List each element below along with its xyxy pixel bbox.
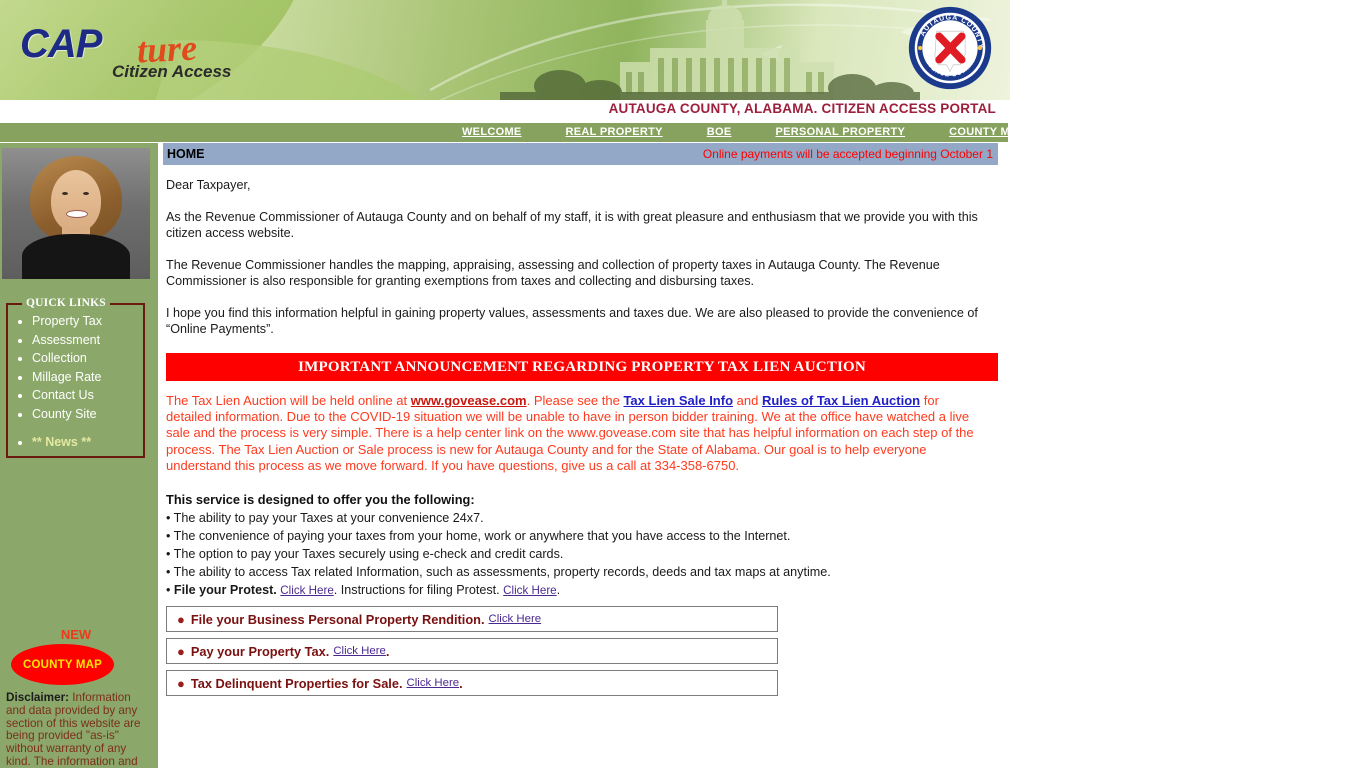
- main-navigation: WELCOME REAL PROPERTY BOE PERSONAL PROPE…: [0, 123, 1144, 142]
- portrait-eye-right: [83, 192, 89, 195]
- letter-paragraph-2: The Revenue Commissioner handles the map…: [166, 258, 940, 288]
- rules-of-tax-lien-auction-link[interactable]: Rules of Tax Lien Auction: [762, 393, 920, 408]
- action-box-tax-delinquent-properties[interactable]: ● Tax Delinquent Properties for Sale. Cl…: [166, 670, 778, 697]
- portal-title: AUTAUGA COUNTY, ALABAMA. CITIZEN ACCESS …: [608, 101, 996, 116]
- nav-item-delinquent[interactable]: DELINQUENT: [1048, 123, 1167, 142]
- sidebar-item-millage-rate[interactable]: Millage Rate: [32, 370, 101, 384]
- page-title: HOME: [167, 147, 205, 161]
- sidebar-item-contact-us[interactable]: Contact Us: [32, 388, 94, 402]
- nav-item-county-map[interactable]: COUNTY MAP: [927, 123, 1048, 142]
- protest-instructions-link[interactable]: Click Here: [503, 584, 556, 597]
- quick-links-legend: QUICK LINKS: [22, 297, 110, 309]
- nav-item-boe[interactable]: BOE: [685, 123, 754, 142]
- bullet-dot-icon: ●: [177, 643, 185, 659]
- bullet-dot-icon: ●: [177, 611, 185, 627]
- protest-label: File your Protest.: [173, 583, 277, 598]
- county-map-button[interactable]: COUNTY MAP: [13, 646, 112, 683]
- nav-item-welcome[interactable]: WELCOME: [440, 123, 544, 142]
- disclaimer-text: Disclaimer: Information and data provide…: [6, 691, 150, 768]
- protest-end-text: .: [556, 583, 561, 598]
- protest-list-item: • File your Protest. Click Here. Instruc…: [166, 581, 998, 600]
- list-item[interactable]: County Site: [32, 406, 143, 423]
- list-item: • The ability to pay your Taxes at your …: [166, 511, 484, 526]
- list-item[interactable]: Contact Us: [32, 387, 143, 404]
- sidebar-item-news[interactable]: ** News **: [32, 435, 91, 449]
- portrait-image: [2, 148, 150, 279]
- sidebar-item-property-tax[interactable]: Property Tax: [32, 314, 102, 328]
- list-item[interactable]: Millage Rate: [32, 369, 143, 386]
- nav-item-personal-property[interactable]: PERSONAL PROPERTY: [754, 123, 928, 142]
- page-title-bar: HOME Online payments will be accepted be…: [163, 143, 998, 165]
- list-item: • The option to pay your Taxes securely …: [166, 547, 564, 562]
- protest-middle-text: . Instructions for filing Protest.: [333, 583, 504, 598]
- portrait-mouth: [66, 210, 88, 218]
- letter-salutation: Dear Taxpayer,: [166, 178, 251, 192]
- new-badge-label: NEW: [60, 627, 92, 642]
- list-item: • The convenience of paying your taxes f…: [166, 529, 791, 544]
- service-heading: This service is designed to offer you th…: [166, 492, 475, 508]
- header-banner: CAP ture Citizen Access AUTAUGA COUNTY R…: [0, 0, 1010, 100]
- action-box-business-rendition[interactable]: ● File your Business Personal Property R…: [166, 606, 778, 633]
- sidebar-item-assessment[interactable]: Assessment: [32, 333, 100, 347]
- page-root: CAP ture Citizen Access AUTAUGA COUNTY R…: [0, 0, 1366, 768]
- disclaimer-label: Disclaimer:: [6, 691, 70, 704]
- action-box-label: Pay your Property Tax.: [190, 643, 330, 659]
- list-item: • The ability to access Tax related Info…: [166, 565, 831, 580]
- action-box-tail: .: [385, 643, 390, 659]
- portrait-face: [51, 170, 101, 232]
- payment-notice: Online payments will be accepted beginni…: [702, 147, 993, 161]
- auction-announcement-text: The Tax Lien Auction will be held online…: [166, 393, 986, 474]
- auction-text-part-1: The Tax Lien Auction will be held online…: [166, 393, 411, 408]
- action-box-label: Tax Delinquent Properties for Sale.: [190, 675, 403, 691]
- sidebar-item-county-site[interactable]: County Site: [32, 407, 97, 421]
- auction-text-part-3: and: [733, 393, 762, 408]
- quick-links-panel: QUICK LINKS Property Tax Assessment Coll…: [6, 297, 145, 458]
- welcome-letter: Dear Taxpayer, As the Revenue Commission…: [163, 165, 998, 337]
- nav-item-real-property[interactable]: REAL PROPERTY: [544, 123, 685, 142]
- portrait-eye-left: [62, 192, 68, 195]
- protest-bullet: •: [166, 583, 174, 598]
- commissioner-photo: [0, 145, 152, 280]
- letter-paragraph-1: As the Revenue Commissioner of Autauga C…: [166, 210, 978, 240]
- auction-text-part-2: . Please see the: [526, 393, 624, 408]
- list-item[interactable]: Property Tax: [32, 313, 143, 330]
- service-bullet-list: • The ability to pay your Taxes at your …: [166, 509, 998, 600]
- tax-lien-sale-info-link[interactable]: Tax Lien Sale Info: [623, 393, 733, 408]
- courthouse-illustration: [500, 0, 920, 100]
- action-box-pay-property-tax[interactable]: ● Pay your Property Tax. Click Here .: [166, 638, 778, 665]
- letter-paragraph-3: I hope you find this information helpful…: [166, 306, 978, 336]
- business-rendition-click-here-link[interactable]: Click Here: [489, 613, 542, 625]
- govease-link[interactable]: www.govease.com: [411, 393, 527, 408]
- action-box-tail: .: [459, 675, 463, 691]
- quick-links-list: Property Tax Assessment Collection Milla…: [8, 313, 143, 451]
- pay-property-tax-click-here-link[interactable]: Click Here: [333, 645, 386, 657]
- list-item[interactable]: Collection: [32, 350, 143, 367]
- main-content: HOME Online payments will be accepted be…: [163, 143, 998, 697]
- list-item[interactable]: ** News **: [32, 434, 143, 451]
- tax-delinquent-click-here-link[interactable]: Click Here: [407, 677, 460, 689]
- county-seal-icon: AUTAUGA COUNTY REVENUE COMMISSIONER: [908, 6, 992, 90]
- bullet-dot-icon: ●: [177, 675, 185, 691]
- county-map-button-label: COUNTY MAP: [22, 658, 103, 671]
- left-sidebar: QUICK LINKS Property Tax Assessment Coll…: [0, 143, 158, 768]
- logo-subtitle: Citizen Access: [112, 62, 232, 81]
- portrait-shoulders: [22, 234, 130, 279]
- action-box-label: File your Business Personal Property Ren…: [190, 611, 485, 627]
- announcement-banner: IMPORTANT ANNOUNCEMENT REGARDING PROPERT…: [166, 353, 998, 381]
- sidebar-item-collection[interactable]: Collection: [32, 351, 87, 365]
- list-item[interactable]: Assessment: [32, 332, 143, 349]
- logo-cap-text: CAP: [20, 22, 102, 66]
- file-protest-link[interactable]: Click Here: [280, 584, 333, 597]
